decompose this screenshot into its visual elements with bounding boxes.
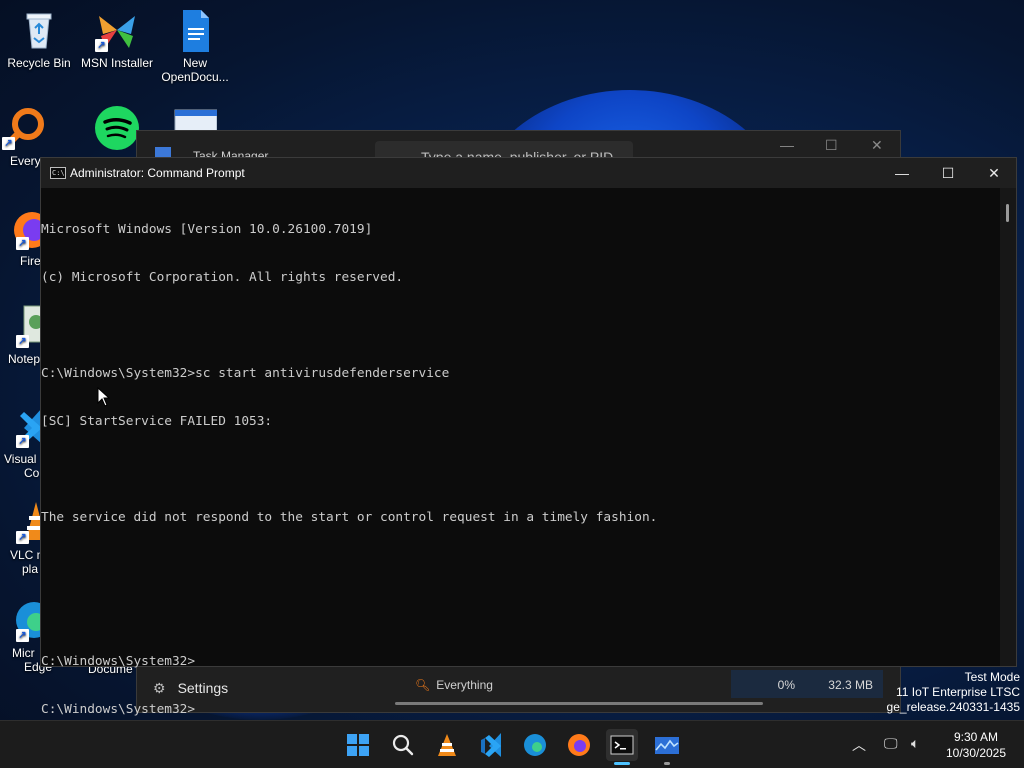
command-prompt-window[interactable]: C:\ Administrator: Command Prompt — ☐ ✕ … — [40, 157, 1017, 717]
shortcut-arrow-icon: ↗ — [95, 39, 108, 52]
minimize-icon: — — [895, 165, 909, 181]
system-clock[interactable]: 9:30 AM 10/30/2025 — [936, 729, 1016, 761]
close-icon[interactable]: ✕ — [871, 137, 883, 154]
task-manager-icon — [655, 737, 679, 754]
search-icon — [392, 734, 414, 756]
edge-icon — [524, 734, 546, 756]
terminal-line: (c) Microsoft Corporation. All rights re… — [41, 270, 404, 285]
clock-date: 10/30/2025 — [945, 746, 1007, 760]
minimize-icon[interactable]: — — [780, 137, 794, 153]
minimize-button[interactable]: — — [879, 158, 925, 188]
terminal-line: C:\Windows\System32> — [41, 654, 196, 669]
desktop-icon-msn-installer[interactable]: ↗ MSN Installer — [78, 8, 156, 70]
windows-logo-icon — [347, 734, 369, 756]
taskbar: ︿ 🖵︎ 🔈︎ 9:30 AM 10/30/2025 — [0, 720, 1024, 768]
desktop-icon-label: Recycle Bin — [7, 56, 71, 70]
taskbar-task-manager[interactable] — [651, 729, 683, 765]
search-button[interactable] — [387, 729, 419, 761]
desktop-icon-label: MSN Installer — [80, 56, 154, 70]
vscode-icon — [481, 733, 501, 757]
terminal-output[interactable]: Microsoft Windows [Version 10.0.26100.70… — [41, 188, 1001, 717]
watermark-line: Test Mode — [964, 670, 1020, 684]
scrollbar-thumb[interactable] — [1006, 204, 1009, 222]
desktop-icon-recycle-bin[interactable]: Recycle Bin — [0, 8, 78, 70]
maximize-icon[interactable]: ☐ — [825, 137, 838, 154]
msn-butterfly-icon: ↗ — [95, 8, 139, 52]
console-icon: C:\ — [50, 167, 66, 179]
spotify-icon — [95, 106, 139, 150]
vlc-cone-icon — [438, 734, 456, 756]
command-prompt-titlebar[interactable]: C:\ Administrator: Command Prompt — ☐ ✕ — [41, 158, 1016, 188]
mouse-cursor-icon — [97, 387, 111, 407]
shortcut-arrow-icon: ↗ — [16, 435, 29, 448]
close-button[interactable]: ✕ — [971, 158, 1017, 188]
taskbar-command-prompt[interactable] — [606, 729, 638, 765]
clock-time: 9:30 AM — [953, 730, 999, 744]
shortcut-arrow-icon: ↗ — [16, 629, 29, 642]
chevron-up-icon[interactable]: ︿ — [852, 735, 866, 755]
firefox-icon — [568, 734, 590, 756]
taskbar-vlc[interactable] — [431, 729, 463, 761]
shortcut-arrow-icon: ↗ — [2, 137, 15, 150]
window-title: Administrator: Command Prompt — [70, 166, 245, 180]
start-button[interactable] — [342, 729, 374, 761]
vertical-scrollbar[interactable] — [1000, 188, 1016, 666]
watermark-line: ge_release.240331-1435 — [886, 700, 1020, 714]
terminal-line: [SC] StartService FAILED 1053: — [41, 414, 273, 429]
terminal-icon — [610, 735, 634, 755]
watermark-line: 11 IoT Enterprise LTSC — [895, 685, 1020, 699]
network-icon[interactable]: 🖵︎ — [884, 735, 898, 752]
taskbar-firefox[interactable] — [563, 729, 595, 761]
taskbar-edge[interactable] — [519, 729, 551, 761]
desktop-icon-label: New OpenDocu... — [161, 56, 229, 84]
recycle-bin-icon — [17, 8, 61, 52]
maximize-icon: ☐ — [941, 165, 955, 181]
terminal-line: C:\Windows\System32>sc start antivirusde… — [41, 366, 450, 381]
shortcut-arrow-icon: ↗ — [16, 531, 29, 544]
everything-search-icon: ↗ — [2, 106, 46, 150]
test-mode-watermark: Test Mode 11 IoT Enterprise LTSC ge_rele… — [887, 670, 1020, 715]
taskbar-vscode[interactable] — [475, 729, 507, 761]
close-icon: ✕ — [988, 165, 1000, 181]
terminal-line: Microsoft Windows [Version 10.0.26100.70… — [41, 222, 373, 237]
shortcut-arrow-icon: ↗ — [16, 335, 29, 348]
desktop-icon-new-opendocument[interactable]: New OpenDocu... — [156, 8, 234, 84]
volume-muted-icon[interactable]: 🔈︎ — [911, 735, 919, 752]
running-indicator — [664, 762, 670, 765]
terminal-line: C:\Windows\System32> — [41, 702, 196, 717]
active-indicator — [614, 762, 630, 765]
shortcut-arrow-icon: ↗ — [16, 237, 29, 250]
document-icon — [173, 8, 217, 52]
terminal-line: The service did not respond to the start… — [41, 510, 658, 525]
maximize-button[interactable]: ☐ — [925, 158, 971, 188]
